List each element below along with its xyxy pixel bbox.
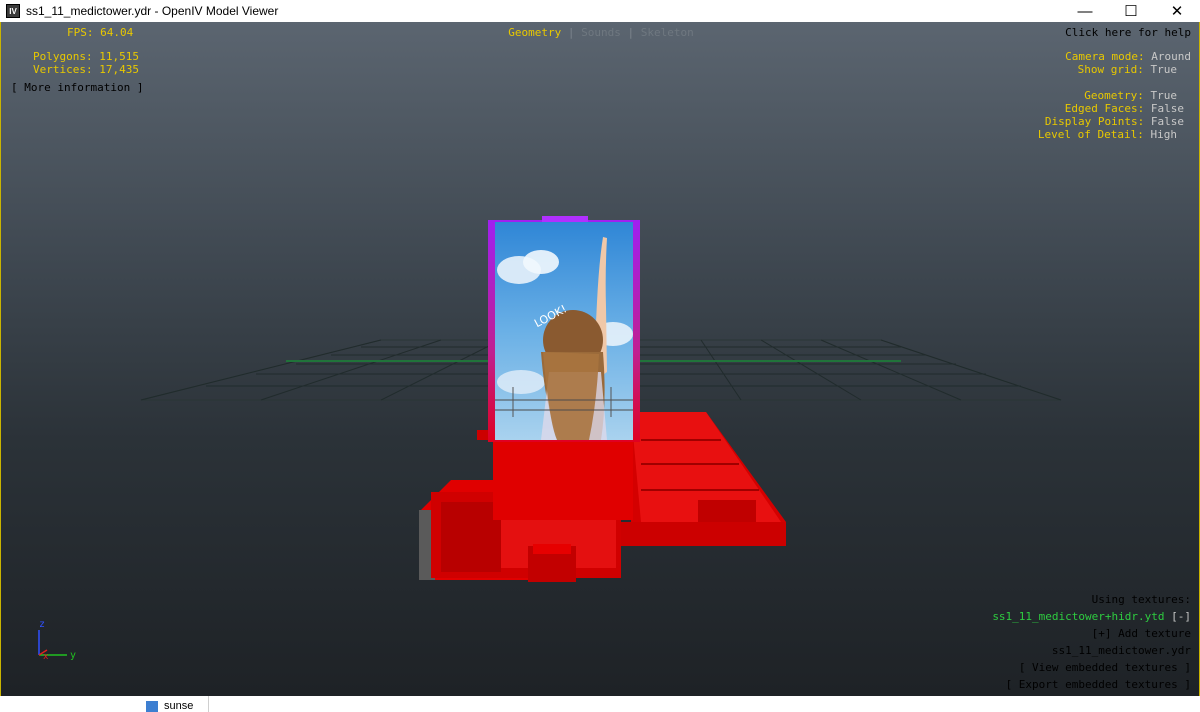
display-points-label: Display Points: [1044,115,1145,128]
model-viewport[interactable]: LOOK! z x y FPS: 64.04 Polygons: 11,515 … [0,22,1200,696]
window-title: ss1_11_medictower.ydr - OpenIV Model Vie… [26,4,279,18]
show-grid-setting[interactable]: Show grid: True [1078,63,1177,76]
folder-icon [146,700,158,712]
edged-faces-setting[interactable]: Edged Faces: False [1065,102,1184,115]
vertices-readout: Vertices: 17,435 [11,63,139,76]
level-of-detail-value[interactable]: High [1151,128,1178,141]
viewer-tabs: Geometry | Sounds | Skeleton [1,26,1199,39]
minimize-button[interactable]: — [1062,0,1108,22]
taskbar-item[interactable]: sunse [146,700,193,712]
camera-mode-value[interactable]: Around [1151,50,1191,63]
divider [208,696,209,712]
polygons-readout: Polygons: 11,515 [11,50,139,63]
maximize-button[interactable]: ☐ [1108,0,1154,22]
view-embedded-textures-button[interactable]: [ View embedded textures ] [1019,661,1191,674]
tab-separator: | [567,26,575,39]
ydr-texture-entry[interactable]: ss1_11_medictower.ydr [1052,644,1191,657]
geometry-label: Geometry: [1084,89,1144,102]
polygons-value: 11,515 [99,50,139,63]
using-textures-heading: Using textures: [1091,593,1191,606]
tab-separator: | [627,26,635,39]
edged-faces-value[interactable]: False [1151,102,1184,115]
export-embedded-textures-button[interactable]: [ Export embedded textures ] [1006,678,1191,691]
billboard: LOOK! [488,216,640,442]
level-of-detail-label: Level of Detail: [1037,128,1144,141]
tab-geometry[interactable]: Geometry [508,26,561,39]
tab-sounds[interactable]: Sounds [581,26,621,39]
tab-skeleton[interactable]: Skeleton [641,26,694,39]
add-texture-button[interactable]: [+] Add texture [1092,627,1191,640]
camera-mode-setting[interactable]: Camera mode: Around [1065,50,1191,63]
polygons-label: Polygons: [33,50,93,63]
camera-mode-label: Camera mode: [1065,50,1145,63]
openiv-app-icon: IV [6,4,20,18]
display-points-value[interactable]: False [1151,115,1184,128]
help-link[interactable]: Click here for help [1065,26,1191,39]
display-points-setting[interactable]: Display Points: False [1045,115,1184,128]
ytd-texture-entry[interactable]: ss1_11_medictower+hidr.ytd [-] [992,610,1191,623]
model-scene: LOOK! z x y [38,216,1062,662]
show-grid-label: Show grid: [1077,63,1144,76]
axis-y-label: y [70,650,76,661]
ytd-texture-name[interactable]: ss1_11_medictower+hidr.ytd [992,610,1164,623]
geometry-setting[interactable]: Geometry: True [1084,89,1177,102]
background-window-strip: sunse [0,696,1200,712]
axis-x-label: x [43,652,49,662]
edged-faces-label: Edged Faces: [1064,102,1145,115]
title-bar: IV ss1_11_medictower.ydr - OpenIV Model … [0,0,1200,22]
vertices-value: 17,435 [99,63,139,76]
geometry-value[interactable]: True [1151,89,1178,102]
axis-z-label: z [39,619,45,630]
vertices-label: Vertices: [33,63,93,76]
taskbar-item-label: sunse [164,700,194,712]
ytd-collapse-toggle[interactable]: [-] [1171,610,1191,623]
show-grid-value[interactable]: True [1151,63,1178,76]
close-button[interactable]: ✕ [1154,0,1200,22]
level-of-detail-setting[interactable]: Level of Detail: High [1038,128,1177,141]
more-information-link[interactable]: [ More information ] [11,81,143,94]
